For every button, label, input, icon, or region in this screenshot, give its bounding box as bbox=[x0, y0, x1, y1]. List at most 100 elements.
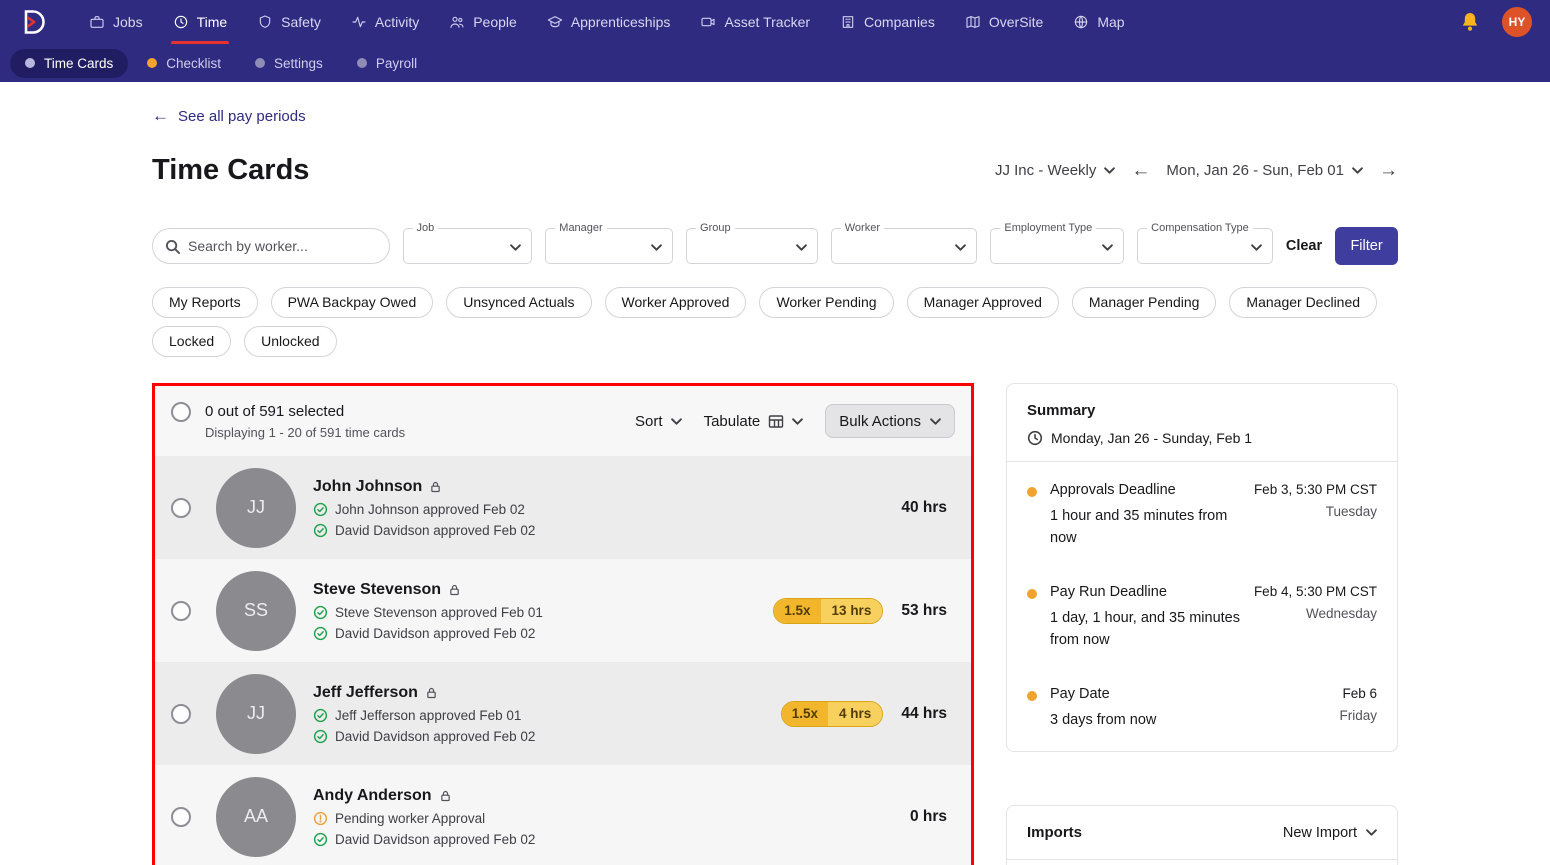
row-checkbox[interactable] bbox=[171, 703, 191, 724]
time-card-row[interactable]: AA Andy Anderson Pending worker Approval… bbox=[155, 765, 971, 865]
nav-item-time[interactable]: Time bbox=[158, 0, 243, 44]
chip-locked[interactable]: Locked bbox=[152, 326, 232, 357]
manager-filter-dropdown[interactable]: Manager bbox=[545, 222, 674, 264]
total-hours: 44 hrs bbox=[901, 704, 947, 722]
company-payroll-selector[interactable]: JJ Inc - Weekly bbox=[995, 162, 1116, 179]
chip-my-reports[interactable]: My Reports bbox=[152, 287, 258, 318]
chip-manager-declined[interactable]: Manager Declined bbox=[1229, 287, 1378, 318]
back-arrow-icon: ← bbox=[152, 106, 169, 125]
row-checkbox[interactable] bbox=[171, 497, 191, 518]
nav-item-apprenticeships[interactable]: Apprenticeships bbox=[532, 0, 686, 44]
back-to-pay-periods-link[interactable]: ← See all pay periods bbox=[152, 106, 306, 126]
annotation-red-highlight-box: 0 out of 591 selected Displaying 1 - 20 … bbox=[152, 383, 974, 865]
pay-period-selector[interactable]: Mon, Jan 26 - Sun, Feb 01 bbox=[1166, 162, 1363, 179]
next-period-arrow[interactable]: → bbox=[1379, 160, 1398, 182]
chevron-down-icon bbox=[792, 417, 804, 425]
approved-check-icon bbox=[313, 523, 328, 537]
total-hours: 53 hrs bbox=[901, 601, 947, 619]
sort-control[interactable]: Sort bbox=[635, 413, 682, 430]
notifications-bell-icon[interactable] bbox=[1458, 10, 1482, 34]
checklist-dot-icon bbox=[147, 58, 158, 68]
user-avatar[interactable]: HY bbox=[1502, 7, 1532, 37]
worker-filter-dropdown[interactable]: Worker bbox=[830, 222, 978, 264]
overtime-badge: 1.5x 4 hrs bbox=[780, 700, 884, 727]
worker-name: Steve Stevenson bbox=[313, 580, 442, 598]
clock-icon bbox=[174, 15, 187, 29]
amber-dot-icon bbox=[1027, 588, 1037, 599]
bulk-actions-button[interactable]: Bulk Actions bbox=[825, 404, 955, 438]
chevron-down-icon bbox=[1352, 167, 1363, 174]
group-filter-dropdown[interactable]: Group bbox=[686, 222, 818, 264]
approved-check-icon bbox=[313, 708, 328, 722]
nav-item-map[interactable]: Map bbox=[1058, 0, 1139, 44]
search-input[interactable] bbox=[188, 238, 377, 254]
approved-check-icon bbox=[313, 605, 328, 619]
chevron-down-icon bbox=[795, 244, 807, 251]
total-hours: 40 hrs bbox=[901, 498, 947, 516]
page-title: Time Cards bbox=[152, 154, 310, 186]
chevron-down-icon bbox=[670, 417, 682, 425]
graduation-cap-icon bbox=[547, 16, 563, 28]
row-checkbox[interactable] bbox=[171, 600, 191, 621]
chip-manager-approved[interactable]: Manager Approved bbox=[906, 287, 1059, 318]
top-navigation: Jobs Time Safety Activity People Apprent… bbox=[0, 0, 1550, 44]
avatar: JJ bbox=[216, 467, 296, 548]
building-icon bbox=[842, 16, 854, 28]
row-checkbox[interactable] bbox=[171, 806, 191, 827]
worker-search[interactable] bbox=[152, 228, 390, 264]
chip-unsynced-actuals[interactable]: Unsynced Actuals bbox=[446, 287, 592, 318]
chevron-down-icon bbox=[651, 244, 662, 251]
time-card-row[interactable]: SS Steve Stevenson Steve Stevenson appro… bbox=[155, 559, 971, 662]
approved-check-icon bbox=[313, 626, 328, 640]
new-import-control[interactable]: New Import bbox=[1283, 825, 1377, 841]
nav-item-activity[interactable]: Activity bbox=[336, 0, 434, 44]
avatar: AA bbox=[216, 776, 296, 857]
chevron-down-icon bbox=[1104, 167, 1116, 174]
summary-title: Summary bbox=[1027, 402, 1096, 419]
settings-dot-icon bbox=[255, 58, 266, 68]
previous-period-arrow[interactable]: ← bbox=[1131, 160, 1150, 182]
subnav-item-checklist[interactable]: Checklist bbox=[132, 49, 236, 78]
table-grid-icon bbox=[769, 414, 784, 428]
payroll-dot-icon bbox=[356, 58, 367, 68]
compensation-type-filter-dropdown[interactable]: Compensation Type bbox=[1137, 222, 1273, 264]
app-logo-icon[interactable] bbox=[18, 7, 48, 37]
nav-item-companies[interactable]: Companies bbox=[825, 0, 950, 44]
filter-button[interactable]: Filter bbox=[1335, 227, 1398, 265]
nav-item-asset-tracker[interactable]: Asset Tracker bbox=[685, 0, 825, 44]
tabulate-control[interactable]: Tabulate bbox=[704, 413, 804, 430]
nav-item-people[interactable]: People bbox=[434, 0, 532, 44]
avatar: SS bbox=[216, 570, 296, 651]
pulse-icon bbox=[352, 16, 366, 28]
displaying-count: Displaying 1 - 20 of 591 time cards bbox=[205, 424, 406, 440]
select-all-checkbox[interactable] bbox=[171, 402, 191, 422]
lock-icon bbox=[440, 790, 450, 801]
time-card-row[interactable]: JJ John Johnson John Johnson approved Fe… bbox=[155, 456, 971, 559]
worker-name: Jeff Jefferson bbox=[313, 683, 418, 701]
lock-icon bbox=[450, 584, 459, 595]
clear-filters-button[interactable]: Clear bbox=[1286, 238, 1322, 254]
chip-pwa-backpay-owed[interactable]: PWA Backpay Owed bbox=[270, 287, 434, 318]
nav-item-jobs[interactable]: Jobs bbox=[74, 0, 158, 44]
chevron-down-icon bbox=[1251, 244, 1262, 251]
imports-empty-state: No imports bbox=[1007, 860, 1397, 865]
chip-manager-pending[interactable]: Manager Pending bbox=[1071, 287, 1217, 318]
nav-item-oversite[interactable]: OverSite bbox=[950, 0, 1058, 44]
camera-box-icon bbox=[701, 17, 716, 27]
summary-item-pay-run-deadline: Pay Run Deadline 1 day, 1 hour, and 35 m… bbox=[1027, 584, 1377, 652]
worker-name: Andy Anderson bbox=[313, 786, 432, 804]
nav-item-safety[interactable]: Safety bbox=[242, 0, 336, 44]
approved-check-icon bbox=[313, 502, 328, 516]
subnav-item-payroll[interactable]: Payroll bbox=[342, 49, 432, 78]
chip-unlocked[interactable]: Unlocked bbox=[244, 326, 337, 357]
avatar: JJ bbox=[216, 673, 296, 754]
chevron-down-icon bbox=[510, 244, 522, 251]
employment-type-filter-dropdown[interactable]: Employment Type bbox=[990, 222, 1125, 264]
job-filter-dropdown[interactable]: Job bbox=[402, 222, 533, 264]
subnav-item-settings[interactable]: Settings bbox=[240, 49, 338, 78]
chip-worker-pending[interactable]: Worker Pending bbox=[759, 287, 894, 318]
time-card-row[interactable]: JJ Jeff Jefferson Jeff Jefferson approve… bbox=[155, 662, 971, 765]
time-cards-dot-icon bbox=[25, 58, 35, 68]
chip-worker-approved[interactable]: Worker Approved bbox=[604, 287, 747, 318]
subnav-item-time-cards[interactable]: Time Cards bbox=[10, 48, 129, 78]
